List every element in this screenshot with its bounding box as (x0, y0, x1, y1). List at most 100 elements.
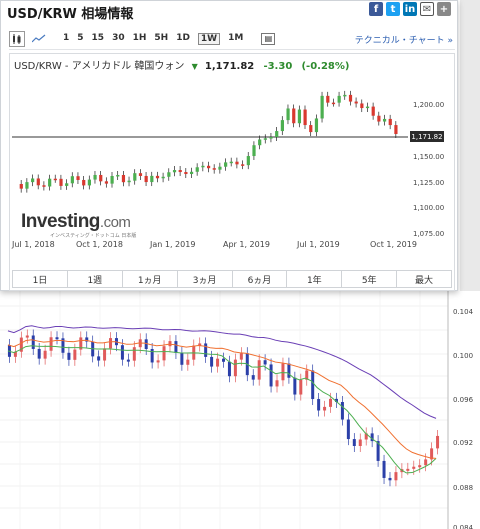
candle-down (263, 360, 267, 365)
period-selector: 1日 1週 1ヵ月 3ヵ月 6ヵ月 1年 5年 最大 (12, 270, 452, 288)
candle-down (144, 175, 148, 183)
price-tag: 1,171.82 (410, 131, 444, 142)
candle-up (297, 109, 302, 124)
candle-down (354, 101, 358, 104)
candlestick-type-icon[interactable] (9, 30, 25, 47)
candle-up (216, 358, 220, 367)
candle-up (127, 180, 131, 183)
candle-up (382, 118, 387, 122)
candle-up (329, 398, 333, 407)
y-tick-label: 0.100 (453, 352, 473, 360)
chart-toolbar: 1 5 15 30 1H 5H 1D 1W 1M ▤ テクニカル・チャート » (9, 28, 455, 50)
candle-up (394, 472, 398, 481)
candle-down (55, 337, 59, 340)
candle-down (155, 175, 160, 179)
candle-down (97, 356, 101, 361)
period-3m[interactable]: 3ヵ月 (178, 271, 233, 287)
x-tick-label: Apr 1, 2019 (223, 240, 270, 249)
timeframe-30[interactable]: 30 (112, 33, 125, 45)
x-tick-label: Oct 1, 2018 (76, 240, 123, 249)
candle-down (348, 94, 353, 102)
candle-up (162, 346, 166, 361)
widget-title: USD/KRW 相場情報 (7, 7, 134, 22)
candle-up (65, 183, 69, 186)
period-1m[interactable]: 1ヵ月 (123, 271, 178, 287)
timeframe-1w[interactable]: 1W (197, 32, 221, 45)
timeframe-15[interactable]: 15 (92, 33, 105, 45)
candle-up (263, 138, 267, 140)
candle-down (287, 363, 291, 378)
candle-down (126, 359, 130, 362)
background-candles (7, 329, 440, 487)
twitter-icon[interactable]: t (386, 2, 400, 16)
candle-down (251, 375, 255, 380)
candle-down (121, 174, 126, 183)
candle-up (132, 347, 136, 361)
y-tick-label: 1,150.00 (413, 153, 445, 161)
technical-chart-link[interactable]: テクニカル・チャート » (355, 33, 453, 46)
candle-up (195, 167, 199, 172)
candle-up (275, 131, 279, 138)
x-tick-label: Oct 1, 2019 (370, 240, 417, 249)
y-tick-label: 1,200.00 (413, 101, 445, 109)
candle-down (352, 439, 356, 447)
candle-down (303, 109, 307, 126)
price-chart: USD/KRW - アメリカドル 韓国ウォン ▼ 1,171.82 -3.30 … (9, 53, 455, 291)
candle-down (292, 108, 296, 124)
candle-up (49, 337, 53, 351)
timeframe-1d[interactable]: 1D (176, 33, 190, 45)
candle-up (229, 161, 233, 164)
timeframe-5h[interactable]: 5H (154, 33, 168, 45)
timeframe-5[interactable]: 5 (77, 33, 83, 45)
facebook-icon[interactable]: f (369, 2, 383, 16)
grid-settings-icon[interactable]: ▤ (261, 32, 276, 45)
y-tick-label: 0.084 (453, 524, 474, 529)
candle-down (31, 335, 35, 349)
candle-down (67, 352, 71, 360)
candle-up (48, 178, 52, 187)
candle-up (365, 106, 370, 109)
timeframe-1[interactable]: 1 (63, 33, 69, 45)
period-1w[interactable]: 1週 (68, 271, 123, 287)
period-6m[interactable]: 6ヵ月 (233, 271, 288, 287)
timeframe-1h[interactable]: 1H (133, 33, 147, 45)
background-moving-averages (7, 325, 437, 474)
candle-down (311, 370, 315, 400)
investing-logo-subtitle: インベスティング・ドットコム 日本版 (50, 233, 137, 239)
candle-down (104, 181, 109, 184)
candle-up (424, 459, 428, 466)
candle-up (343, 94, 347, 97)
period-1d[interactable]: 1日 (13, 271, 68, 287)
line-chart-icon[interactable] (31, 30, 47, 47)
candle-up (412, 466, 416, 469)
plus-icon[interactable]: + (437, 2, 451, 16)
candle-up (320, 95, 324, 119)
candle-down (59, 178, 63, 186)
candle-up (31, 178, 35, 183)
period-5y[interactable]: 5年 (342, 271, 398, 287)
period-max[interactable]: 最大 (397, 271, 451, 287)
candle-down (180, 352, 184, 365)
candle-up (286, 108, 290, 121)
candle-up (418, 465, 422, 468)
period-1y[interactable]: 1年 (287, 271, 343, 287)
candle-down (340, 402, 344, 420)
candle-down (99, 174, 103, 182)
linkedin-icon[interactable]: in (403, 2, 417, 16)
candle-up (161, 176, 165, 179)
candle-up (436, 435, 440, 449)
y-tick-label: 0.104 (453, 308, 474, 316)
candle-up (323, 406, 327, 411)
candle-up (218, 166, 222, 170)
candle-down (184, 172, 188, 175)
mail-icon[interactable]: ✉ (420, 2, 434, 16)
candle-up (110, 175, 114, 184)
candle-down (120, 345, 124, 360)
timeframe-1m[interactable]: 1M (228, 33, 243, 45)
candle-down (204, 343, 208, 357)
candle-down (222, 358, 225, 362)
candle-down (377, 115, 381, 122)
background-grid (0, 291, 448, 529)
candle-down (178, 170, 182, 173)
x-tick-label: Jan 1, 2019 (150, 240, 196, 249)
